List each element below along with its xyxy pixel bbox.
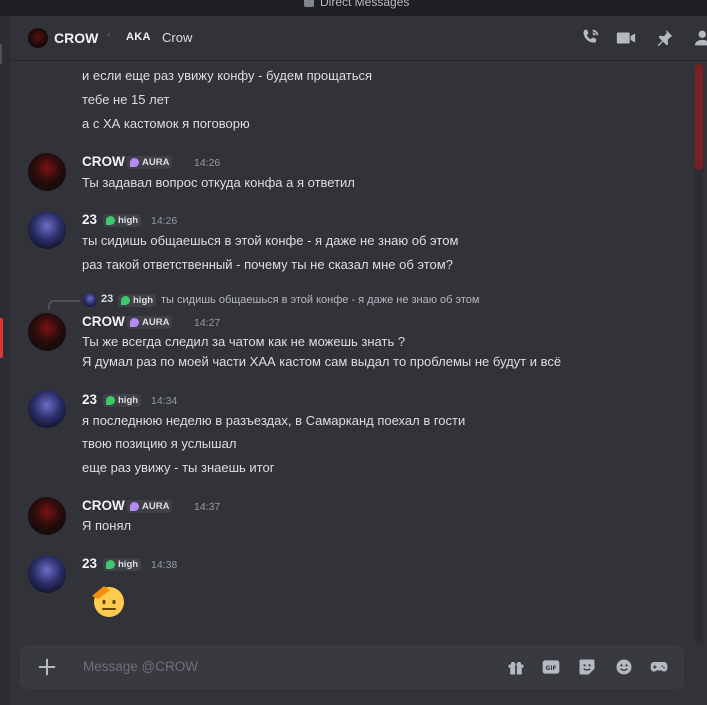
- svg-text:GIF: GIF: [546, 666, 557, 672]
- message-input[interactable]: Message @CROW: [83, 659, 198, 674]
- reply-avatar[interactable]: [83, 293, 97, 307]
- channel-header: CROW • AKA Crow: [10, 16, 707, 61]
- server-tag[interactable]: high: [103, 214, 142, 227]
- server-tag-label: AURA: [142, 157, 170, 168]
- server-tag[interactable]: AURA: [127, 316, 173, 329]
- leaf-icon: [121, 296, 130, 305]
- aka-name[interactable]: Crow: [162, 30, 192, 45]
- author-name[interactable]: 23: [82, 392, 97, 407]
- message-text: тебе не 15 лет: [82, 92, 170, 107]
- author-name[interactable]: CROW: [82, 154, 125, 169]
- author-name[interactable]: 23: [82, 556, 97, 571]
- server-tag[interactable]: AURA: [127, 500, 173, 513]
- avatar[interactable]: [28, 153, 66, 191]
- leaf-icon: [106, 396, 115, 405]
- message-text: раз такой ответственный - почему ты не с…: [82, 257, 453, 272]
- message-text: Я думал раз по моей части ХАА кастом сам…: [82, 354, 562, 369]
- message-text: Ты же всегда следил за чатом как не може…: [82, 334, 406, 349]
- scrollbar-thumb[interactable]: [695, 64, 703, 170]
- message-text: твою позицию я услышал: [82, 436, 237, 451]
- gif-icon[interactable]: GIF: [541, 657, 561, 677]
- activities-icon[interactable]: [649, 657, 669, 677]
- flame-icon: [130, 318, 139, 327]
- message-timestamp[interactable]: 14:37: [194, 501, 220, 513]
- header-username[interactable]: CROW: [54, 30, 98, 46]
- message-text: ты сидишь общаешься в этой конфе - я даж…: [82, 233, 459, 248]
- flame-icon: [130, 502, 139, 511]
- leaf-icon: [106, 560, 115, 569]
- voice-call-icon[interactable]: [579, 27, 601, 49]
- message-text: еще раз увижу - ты знаешь итог: [82, 460, 275, 475]
- message-text: Я понял: [82, 518, 132, 533]
- avatar[interactable]: [28, 313, 66, 351]
- avatar[interactable]: [28, 390, 66, 428]
- window-title: Direct Messages: [304, 0, 409, 9]
- add-attachment-icon[interactable]: [36, 656, 58, 678]
- server-tag-label: high: [133, 295, 154, 306]
- saluting-face-emoji[interactable]: [90, 582, 126, 618]
- avatar[interactable]: [28, 211, 66, 249]
- pin-icon[interactable]: [653, 27, 675, 49]
- message-timestamp[interactable]: 14:26: [194, 157, 220, 169]
- add-friends-icon[interactable]: [694, 27, 707, 49]
- reply-server-tag[interactable]: high: [118, 294, 157, 307]
- chat-scrollbar[interactable]: [691, 64, 707, 644]
- avatar[interactable]: [28, 555, 66, 593]
- message-timestamp[interactable]: 14:26: [151, 215, 177, 227]
- reply-author[interactable]: 23: [101, 293, 113, 305]
- flame-icon: [130, 158, 139, 167]
- message-text: я последнюю неделю в разъездах, в Самарк…: [82, 413, 466, 428]
- sidebar-divider: [0, 44, 2, 64]
- server-tag-label: AURA: [142, 317, 170, 328]
- server-tag-label: high: [118, 215, 139, 226]
- message-timestamp[interactable]: 14:27: [194, 317, 220, 329]
- server-tag[interactable]: AURA: [127, 156, 173, 169]
- message-text: Ты задавал вопрос откуда конфа а я ответ…: [82, 175, 355, 190]
- server-tag-label: high: [118, 559, 139, 570]
- dm-list-sidebar-edge: [0, 16, 10, 705]
- server-tag-label: high: [118, 395, 139, 406]
- server-tag-label: AURA: [142, 501, 170, 512]
- header-avatar[interactable]: [28, 28, 48, 48]
- reply-preview-text[interactable]: ты сидишь общаешься в этой конфе - я даж…: [161, 294, 479, 306]
- server-tag[interactable]: high: [103, 394, 142, 407]
- avatar[interactable]: [28, 497, 66, 535]
- author-name[interactable]: CROW: [82, 314, 125, 329]
- leaf-icon: [106, 216, 115, 225]
- gift-icon[interactable]: [506, 657, 526, 677]
- emoji-icon[interactable]: [614, 657, 634, 677]
- video-call-icon[interactable]: [615, 27, 637, 49]
- server-tag[interactable]: high: [103, 558, 142, 571]
- message-timestamp[interactable]: 14:34: [151, 395, 177, 407]
- sticker-icon[interactable]: [577, 657, 597, 677]
- author-name[interactable]: 23: [82, 212, 97, 227]
- author-name[interactable]: CROW: [82, 498, 125, 513]
- message-text: а с ХА кастомок я поговорю: [82, 116, 250, 131]
- reply-connector: [48, 300, 80, 310]
- selected-indicator: [0, 318, 3, 358]
- header-separator: •: [107, 30, 111, 41]
- window-titlebar: Direct Messages: [0, 0, 707, 16]
- chat-main: CROW • AKA Crow и если еще раз увижу кон…: [10, 16, 707, 705]
- aka-label: AKA: [126, 31, 151, 43]
- message-timestamp[interactable]: 14:38: [151, 559, 177, 571]
- message-composer: Message @CROW GIF: [20, 645, 684, 689]
- message-text: и если еще раз увижу конфу - будем проща…: [82, 68, 373, 83]
